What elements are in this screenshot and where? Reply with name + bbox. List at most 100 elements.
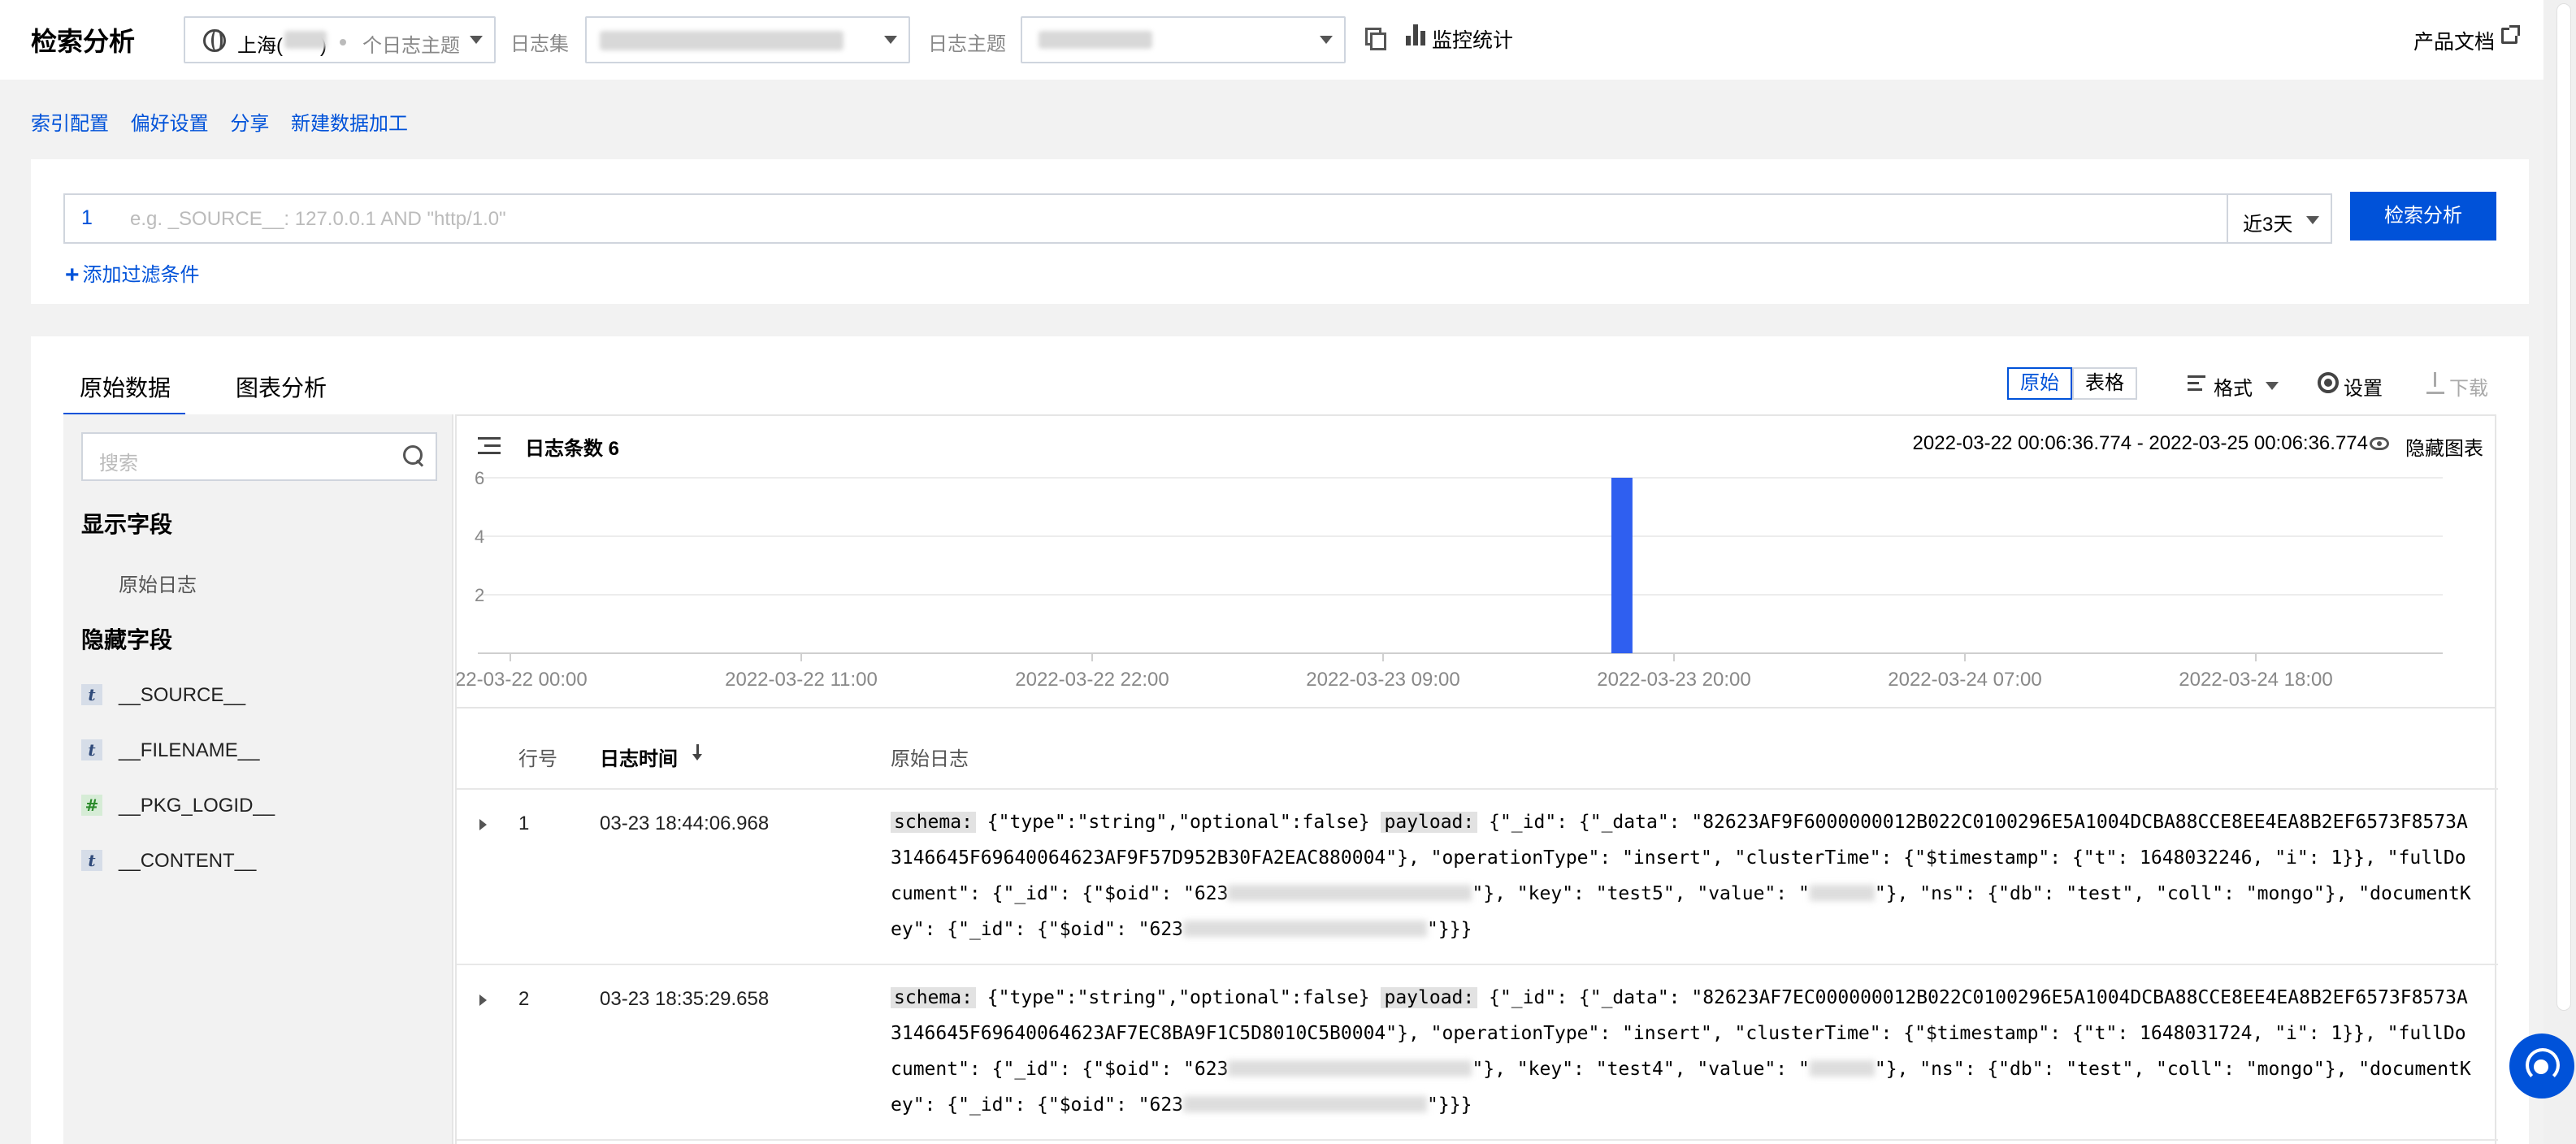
masked-value — [1228, 885, 1472, 901]
schema-key[interactable]: schema: — [891, 987, 976, 1008]
hidden-field-pkg-logid[interactable]: __PKG_LOGID__ — [119, 795, 275, 817]
histogram-chart: 2 4 6 2022-03-22 00:00 2022-03-22 11:00 2022-… — [457, 468, 2443, 691]
query-placeholder: e.g. _SOURCE__: 127.0.0.1 AND "http/1.0" — [130, 208, 506, 230]
field-search-input[interactable]: 搜索 — [81, 432, 437, 481]
preferences-link[interactable]: 偏好设置 — [131, 113, 209, 135]
customer-service-icon[interactable] — [2509, 1034, 2574, 1098]
docs-link[interactable]: 产品文档 — [2413, 26, 2495, 55]
histogram-time-range: 2022-03-22 00:06:36.774 - 2022-03-25 00:… — [1912, 432, 2368, 454]
share-link[interactable]: 分享 — [230, 113, 269, 135]
index-config-link[interactable]: 索引配置 — [31, 113, 109, 135]
chevron-down-icon — [2306, 216, 2319, 224]
globe-icon — [203, 29, 226, 52]
download-button[interactable]: 下载 — [2449, 372, 2488, 401]
col-row-number: 行号 — [518, 748, 557, 770]
log-time: 03-23 18:44:06.968 — [600, 812, 770, 834]
x-tick-label: 2022-03-24 18:00 — [2179, 669, 2333, 691]
shown-field-raw-log[interactable]: 原始日志 — [119, 569, 197, 597]
expand-icon[interactable] — [479, 994, 487, 1006]
new-processing-link[interactable]: 新建数据加工 — [291, 113, 408, 135]
plus-icon: + — [65, 262, 80, 288]
format-icon — [2188, 375, 2205, 392]
settings-button[interactable]: 设置 — [2344, 372, 2383, 401]
download-icon — [2426, 372, 2444, 395]
field-search-placeholder: 搜索 — [99, 453, 138, 474]
collapse-sidebar-icon[interactable] — [478, 437, 501, 455]
shown-fields-heading: 显示字段 — [81, 512, 173, 537]
x-tick-label: 2022-03-24 07:00 — [1888, 669, 2042, 691]
log-histogram-panel: 日志条数 6 2022-03-22 00:06:36.774 - 2022-03… — [455, 414, 2496, 708]
topic-placeholder: 个日志主题 — [362, 35, 460, 57]
external-link-icon — [2501, 25, 2520, 44]
topic-masked — [1039, 31, 1152, 49]
scrollbar-thumb[interactable] — [2556, 3, 2571, 1011]
expand-icon[interactable] — [479, 819, 487, 830]
text-type-icon: t — [81, 739, 102, 760]
y-tick-label: 4 — [475, 526, 484, 547]
masked-value — [1809, 1060, 1875, 1077]
chevron-down-icon — [884, 36, 897, 44]
log-time: 03-23 18:35:29.658 — [600, 988, 770, 1010]
logset-label: 日志集 — [510, 33, 569, 55]
view-table-button[interactable]: 表格 — [2072, 367, 2137, 400]
number-type-icon: # — [81, 795, 102, 816]
payload-key[interactable]: payload: — [1381, 812, 1478, 833]
results-card: 原始数据 图表分析 原始 表格 格式 设置 下载 搜索 显示字段 原始日志 隐藏… — [31, 336, 2529, 1144]
view-raw-button[interactable]: 原始 — [2007, 367, 2072, 400]
line-number: 1 — [81, 206, 93, 229]
hidden-field-content[interactable]: __CONTENT__ — [119, 850, 256, 873]
search-analyze-button[interactable]: 检索分析 — [2350, 192, 2496, 240]
gear-icon — [2318, 372, 2339, 393]
topic-label: 日志主题 — [928, 33, 1006, 55]
format-menu[interactable]: 格式 — [2214, 372, 2253, 401]
raw-log-text: schema: {"type":"string","optional":fals… — [891, 812, 2471, 940]
schema-key[interactable]: schema: — [891, 812, 976, 833]
logset-masked — [600, 31, 843, 50]
time-range-select[interactable]: 近3天 — [2227, 193, 2332, 244]
raw-log-text: schema: {"type":"string","optional":fals… — [891, 987, 2471, 1116]
masked-value — [1228, 1060, 1472, 1077]
payload-key[interactable]: payload: — [1381, 987, 1478, 1008]
field-sidebar: 搜索 显示字段 原始日志 隐藏字段 t __SOURCE__ t __FILEN… — [63, 414, 453, 1144]
table-divider — [457, 788, 2498, 790]
text-type-icon: t — [81, 850, 102, 871]
logset-select[interactable] — [585, 16, 910, 63]
tab-chart-analysis[interactable]: 图表分析 — [236, 370, 327, 403]
search-card: 1 e.g. _SOURCE__: 127.0.0.1 AND "http/1.… — [31, 159, 2529, 304]
x-tick-label: 2022-03-22 22:00 — [1015, 669, 1169, 691]
log-count: 日志条数 6 — [525, 438, 620, 460]
page-scrollbar[interactable] — [2543, 0, 2576, 1144]
top-bar: 检索分析 上海() 个日志主题 日志集 日志主题 监控统计 产品文档 — [0, 0, 2543, 80]
hidden-field-source[interactable]: __SOURCE__ — [119, 684, 245, 707]
chevron-down-icon — [2266, 382, 2279, 390]
x-tick-label: 2022-03-22 11:00 — [725, 669, 878, 691]
col-log-time[interactable]: 日志时间 — [600, 743, 678, 771]
hidden-field-filename[interactable]: __FILENAME__ — [119, 739, 259, 762]
hidden-fields-heading: 隐藏字段 — [81, 627, 173, 652]
row-number: 1 — [518, 812, 530, 834]
region-topic-select[interactable]: 上海() 个日志主题 — [184, 16, 496, 63]
copy-icon[interactable] — [1365, 28, 1386, 50]
row-number: 2 — [518, 988, 530, 1010]
search-icon[interactable] — [403, 445, 424, 466]
monitor-link[interactable]: 监控统计 — [1432, 24, 1513, 54]
separator-dot — [340, 39, 346, 46]
eye-icon — [2370, 437, 2389, 450]
view-toggle: 原始 表格 — [2007, 367, 2137, 400]
bar-chart-icon — [1406, 24, 1427, 46]
masked-value — [1183, 1096, 1428, 1112]
tab-raw-data[interactable]: 原始数据 — [80, 370, 171, 403]
y-tick-label: 6 — [475, 468, 484, 488]
row-divider — [457, 1139, 2498, 1141]
query-editor[interactable]: 1 e.g. _SOURCE__: 127.0.0.1 AND "http/1.… — [63, 193, 2228, 244]
x-tick-label: 2022-03-23 20:00 — [1597, 669, 1751, 691]
region-masked — [284, 31, 327, 49]
y-tick-label: 2 — [475, 585, 484, 605]
add-filter-link[interactable]: + 添加过滤条件 — [65, 258, 200, 289]
topic-select[interactable] — [1021, 16, 1346, 63]
x-tick-label: 2022-03-22 00:00 — [457, 669, 588, 691]
hide-chart-button[interactable]: 隐藏图表 — [2405, 432, 2483, 461]
histogram-bar — [1611, 478, 1633, 653]
sort-desc-icon[interactable] — [692, 744, 702, 762]
chevron-down-icon — [1320, 36, 1333, 44]
